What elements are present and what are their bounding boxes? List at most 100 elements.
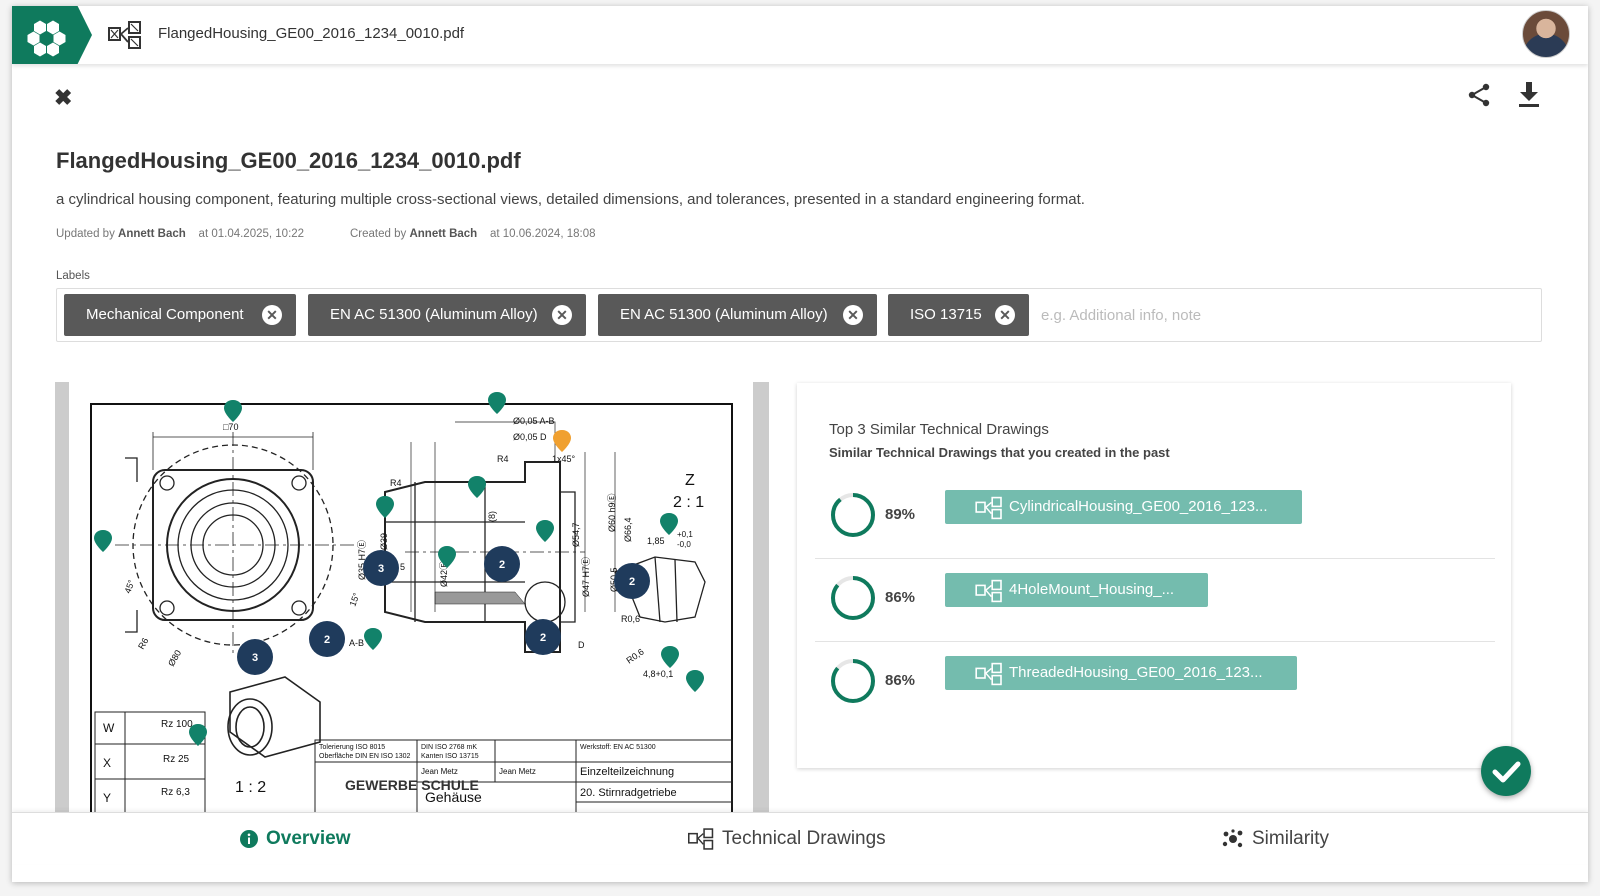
annotation-marker[interactable]: 3: [363, 550, 399, 586]
info-icon: [240, 829, 258, 848]
dim-label: +0,1: [677, 530, 693, 539]
detail-scale: 2 : 1: [673, 494, 704, 511]
similarity-cluster-icon: [1222, 829, 1243, 848]
similar-drawing-button[interactable]: ThreadedHousing_GE00_2016_123...: [945, 656, 1297, 690]
confirm-button[interactable]: [1481, 746, 1531, 796]
roughness-key: X: [103, 756, 111, 770]
created-user[interactable]: Annett Bach: [409, 228, 477, 240]
dim-label: Ø39: [379, 533, 389, 550]
tab-technical-drawings[interactable]: Technical Drawings: [688, 823, 886, 855]
app-window: FlangedHousing_GE00_2016_1234_0010.pdf ✖…: [12, 6, 1588, 882]
download-icon[interactable]: [1516, 80, 1542, 108]
dim-label: R4: [390, 478, 402, 488]
similar-drawings-card: Top 3 Similar Technical Drawings Similar…: [797, 383, 1511, 768]
remove-chip-icon[interactable]: ✕: [552, 305, 572, 325]
annotation-marker[interactable]: 2: [484, 546, 520, 582]
share-icon[interactable]: [1466, 82, 1492, 108]
label-chip[interactable]: EN AC 51300 (Aluminum Alloy) ✕: [598, 294, 877, 336]
drawing-preview[interactable]: W X Y Rz 100 Rz 25 Rz 6,3 1 : 2 Z 2 : 1 …: [55, 382, 769, 816]
label-chip-text: EN AC 51300 (Aluminum Alloy): [330, 306, 538, 323]
updated-user[interactable]: Annett Bach: [118, 228, 186, 240]
dim-label: A-B: [349, 638, 364, 648]
similar-drawing-button[interactable]: CylindricalHousing_GE00_2016_123...: [945, 490, 1302, 524]
label-chip[interactable]: EN AC 51300 (Aluminum Alloy) ✕: [308, 294, 586, 336]
created-label: Created by: [350, 228, 407, 240]
similarity-ring: [831, 576, 875, 620]
label-chip[interactable]: Mechanical Component ✕: [64, 294, 296, 336]
svg-text:2: 2: [540, 632, 546, 644]
dim-label: 1,85: [647, 536, 665, 546]
remove-chip-icon[interactable]: ✕: [995, 305, 1015, 325]
dim-label: R0,6: [621, 614, 640, 624]
label-chip[interactable]: ISO 13715 ✕: [888, 294, 1029, 336]
created-meta: Created by Annett Bach at 10.06.2024, 18…: [350, 228, 596, 240]
technical-drawing-icon: [108, 21, 141, 49]
similarity-percent: 86%: [885, 672, 916, 689]
similar-drawing-button[interactable]: 4HoleMount_Housing_...: [945, 573, 1209, 607]
document-title: FlangedHousing_GE00_2016_1234_0010.pdf: [56, 148, 521, 173]
updated-label: Updated by: [56, 228, 115, 240]
annotation-marker[interactable]: 3: [237, 639, 273, 675]
dim-label: Ø66,4: [623, 517, 633, 542]
technical-drawing-icon: [688, 828, 714, 850]
top-bar: FlangedHousing_GE00_2016_1234_0010.pdf: [12, 6, 1588, 64]
dim-label: Ø0,05 D: [513, 432, 547, 442]
document-description: a cylindrical housing component, featuri…: [56, 191, 1085, 208]
technical-drawing-svg: W X Y Rz 100 Rz 25 Rz 6,3 1 : 2 Z 2 : 1 …: [69, 382, 753, 816]
similarity-ring: [831, 493, 875, 537]
remove-chip-icon[interactable]: ✕: [262, 305, 282, 325]
close-icon[interactable]: ✖: [54, 86, 78, 110]
title-block-part: Gehäuse: [425, 789, 482, 805]
dim-label: R4: [497, 454, 509, 464]
updated-time: at 01.04.2025, 10:22: [198, 228, 305, 240]
detail-label: Z: [685, 472, 695, 489]
svg-text:2: 2: [499, 559, 505, 571]
title-block-assembly: 20. Stirnradgetriebe: [580, 787, 677, 799]
dim-label: (8): [487, 511, 497, 522]
title-block-type: Einzelteilzeichnung: [580, 766, 674, 778]
technical-drawing-icon: [975, 496, 1002, 520]
similar-item: 86% 4HoleMount_Housing_...: [815, 560, 1495, 642]
app-logo[interactable]: [12, 6, 92, 64]
similarity-percent: 89%: [885, 506, 916, 523]
svg-text:3: 3: [378, 563, 384, 575]
annotation-marker[interactable]: 2: [525, 619, 561, 655]
svg-text:2: 2: [324, 634, 330, 646]
dim-label: Ø47 H7Ⓔ: [581, 557, 591, 597]
dim-label: Ø54,7: [571, 522, 581, 547]
similar-title: Top 3 Similar Technical Drawings: [829, 421, 1049, 438]
roughness-value: Rz 100: [161, 719, 193, 730]
title-block-norm2: Kanten ISO 13715: [421, 753, 479, 760]
title-block-checker: Jean Metz: [499, 767, 536, 776]
similar-subtitle: Similar Technical Drawings that you crea…: [829, 445, 1170, 460]
roughness-key: W: [103, 721, 115, 735]
svg-text:3: 3: [252, 652, 258, 664]
dim-label: 1x45°: [552, 454, 576, 464]
dim-label: □70: [223, 422, 238, 432]
dim-label: Ø0,05 A-B: [513, 416, 555, 426]
technical-drawing-icon: [975, 662, 1002, 686]
similar-drawing-name: CylindricalHousing_GE00_2016_123...: [1009, 498, 1268, 515]
bottom-navigation: Overview Technical Drawings Similarity: [12, 812, 1588, 864]
label-chip-text: ISO 13715: [910, 306, 982, 323]
annotation-marker[interactable]: 2: [309, 621, 345, 657]
tab-overview[interactable]: Overview: [240, 823, 351, 855]
tab-similarity-label: Similarity: [1252, 828, 1330, 849]
similar-item: 86% ThreadedHousing_GE00_2016_123...: [815, 643, 1495, 725]
annotation-marker[interactable]: 2: [614, 563, 650, 599]
title-block-surface: Oberfläche DIN EN ISO 1302: [319, 753, 411, 760]
remove-chip-icon[interactable]: ✕: [843, 305, 863, 325]
roughness-value: Rz 25: [163, 754, 190, 765]
user-avatar[interactable]: [1522, 10, 1570, 58]
drawing-scale: 1 : 2: [235, 779, 266, 796]
checkmark-icon: [1492, 761, 1521, 783]
updated-meta: Updated by Annett Bach at 01.04.2025, 10…: [56, 228, 304, 240]
labels-input[interactable]: [1041, 301, 1521, 329]
labels-field[interactable]: Mechanical Component ✕ EN AC 51300 (Alum…: [56, 288, 1542, 342]
dim-label: 5: [400, 562, 405, 572]
dim-label: -0,0: [677, 540, 691, 549]
label-chip-text: Mechanical Component: [86, 306, 244, 323]
tab-similarity[interactable]: Similarity: [1222, 823, 1329, 855]
dim-label: 4,8+0,1: [643, 669, 673, 679]
similarity-percent: 86%: [885, 589, 916, 606]
